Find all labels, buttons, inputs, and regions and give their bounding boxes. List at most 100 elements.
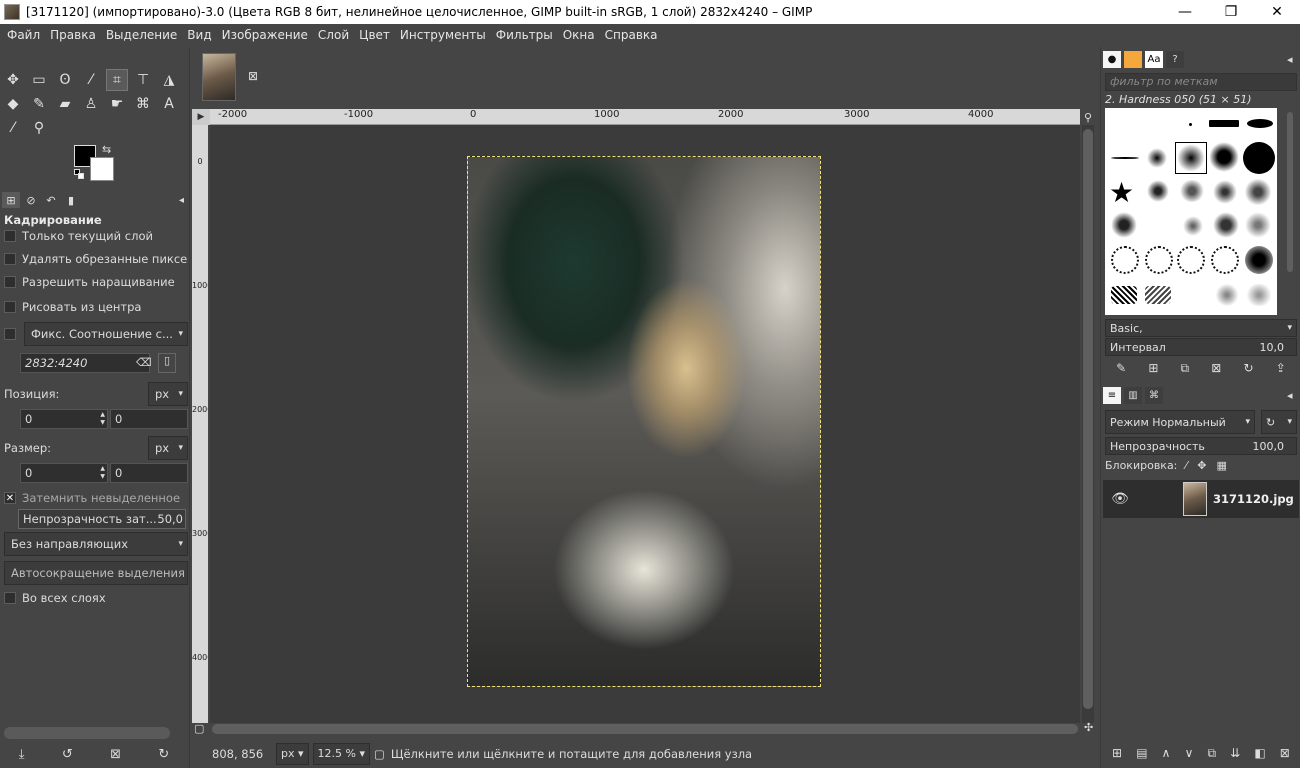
- save-options-icon[interactable]: ⤓: [19, 747, 25, 762]
- paths-tool-icon[interactable]: ⌘: [132, 93, 154, 115]
- layers-tab-icon[interactable]: ≡: [1103, 387, 1121, 404]
- open-brush-icon[interactable]: ⇪: [1276, 361, 1286, 375]
- highlight-opacity-slider[interactable]: Непрозрачность зат... 50,0: [18, 509, 186, 529]
- menu-help[interactable]: Справка: [600, 24, 663, 47]
- duplicate-brush-icon[interactable]: ⧉: [1181, 361, 1190, 376]
- current-layer-only-checkbox[interactable]: Только текущий слой: [4, 227, 188, 245]
- navigate-icon[interactable]: ✣: [1084, 721, 1093, 734]
- menu-file[interactable]: Файл: [2, 24, 45, 47]
- menu-select[interactable]: Выделение: [101, 24, 182, 47]
- undo-history-tab-icon[interactable]: ↶: [42, 192, 60, 208]
- delete-options-icon[interactable]: ⊠: [110, 747, 121, 762]
- image-canvas[interactable]: [210, 125, 1080, 723]
- highlight-checkbox[interactable]: ✕ Затемнить невыделенное: [4, 489, 188, 507]
- lock-alpha-icon[interactable]: ▦: [1216, 459, 1226, 472]
- new-layer-group-icon[interactable]: ▤: [1136, 746, 1147, 760]
- mask-layer-icon[interactable]: ◧: [1254, 746, 1265, 760]
- close-image-tab-icon[interactable]: ⊠: [248, 69, 258, 83]
- size-y-input[interactable]: 0: [110, 463, 188, 483]
- position-y-input[interactable]: 0: [110, 409, 188, 429]
- rect-select-tool-icon[interactable]: ▭: [28, 69, 50, 91]
- merge-layer-icon[interactable]: ⇊: [1230, 746, 1240, 760]
- auto-shrink-button[interactable]: Автосокращение выделения: [4, 561, 188, 585]
- restore-options-icon[interactable]: ↺: [62, 747, 73, 762]
- vertical-scrollbar[interactable]: [1082, 125, 1094, 723]
- zoom-combo[interactable]: 12.5 % ▾: [312, 742, 371, 765]
- brush-set-combo[interactable]: Basic, ▾: [1105, 319, 1297, 337]
- position-unit-combo[interactable]: px ▾: [148, 382, 188, 406]
- tool-options-tab-icon[interactable]: ⊞: [2, 192, 20, 208]
- zoom-tool-icon[interactable]: ⚲: [28, 117, 50, 139]
- eraser-tool-icon[interactable]: ▰: [54, 93, 76, 115]
- menu-layer[interactable]: Слой: [313, 24, 354, 47]
- lower-layer-icon[interactable]: ∨: [1185, 746, 1194, 760]
- dock-menu-icon[interactable]: ◂: [179, 195, 184, 206]
- device-status-tab-icon[interactable]: ⊘: [22, 192, 40, 208]
- dock-menu-icon[interactable]: ◂: [1287, 53, 1293, 66]
- tool-options-scrollbar[interactable]: [4, 727, 170, 739]
- delete-layer-icon[interactable]: ⊠: [1280, 746, 1290, 760]
- shrink-merged-checkbox[interactable]: Во всех слоях: [4, 589, 188, 607]
- new-brush-icon[interactable]: ⊞: [1148, 361, 1158, 375]
- delete-brush-icon[interactable]: ⊠: [1211, 361, 1221, 375]
- layer-opacity-slider[interactable]: Непрозрачность 100,0: [1105, 437, 1297, 455]
- image-photo[interactable]: [467, 156, 821, 687]
- maximize-button[interactable]: ❐: [1208, 0, 1254, 24]
- patterns-tab-icon[interactable]: [1124, 51, 1142, 68]
- menu-edit[interactable]: Правка: [45, 24, 101, 47]
- paths-tab-icon[interactable]: ⌘: [1145, 387, 1163, 404]
- allow-growing-checkbox[interactable]: Разрешить наращивание: [4, 273, 188, 291]
- brush-grid[interactable]: ★: [1105, 108, 1277, 315]
- brushes-tab-icon[interactable]: ●: [1103, 51, 1121, 68]
- fuzzy-select-tool-icon[interactable]: ⁄: [80, 69, 102, 91]
- size-x-input[interactable]: 0 ▲ ▼: [20, 463, 108, 483]
- color-picker-tool-icon[interactable]: ⁄: [2, 117, 24, 139]
- paintbrush-tool-icon[interactable]: ✎: [28, 93, 50, 115]
- fixed-ratio-checkbox[interactable]: [4, 325, 24, 343]
- smudge-tool-icon[interactable]: ☛: [106, 93, 128, 115]
- menu-view[interactable]: Вид: [182, 24, 216, 47]
- ruler-corner-menu-icon[interactable]: ▶: [192, 109, 210, 125]
- lasso-tool-icon[interactable]: ʘ: [54, 69, 76, 91]
- transform-tool-icon[interactable]: ⊤: [132, 69, 154, 91]
- zoom-image-icon[interactable]: ⚲: [1084, 111, 1092, 124]
- raise-layer-icon[interactable]: ∧: [1162, 746, 1171, 760]
- mode-switch-combo[interactable]: ↻ ▾: [1261, 410, 1297, 434]
- delete-cropped-checkbox[interactable]: Удалять обрезанные пиксе: [4, 250, 188, 268]
- fixed-ratio-combo[interactable]: Фикс. Соотношение с... ▾: [24, 322, 188, 346]
- help-tab-icon[interactable]: ?: [1166, 51, 1184, 68]
- brush-spacing-slider[interactable]: Интервал 10,0: [1105, 338, 1297, 356]
- crop-tool-icon[interactable]: ⌗: [106, 69, 128, 91]
- lock-position-icon[interactable]: ✥: [1197, 459, 1206, 472]
- ratio-orientation-icon[interactable]: ▯: [158, 353, 176, 373]
- vertical-ruler[interactable]: 0 1000 2000 3000 4000: [192, 125, 208, 723]
- minimize-button[interactable]: —: [1162, 0, 1208, 24]
- refresh-brushes-icon[interactable]: ↻: [1244, 361, 1254, 375]
- layer-visibility-icon[interactable]: 👁: [1107, 491, 1133, 507]
- close-button[interactable]: ✕: [1254, 0, 1300, 24]
- ratio-input[interactable]: 2832:4240: [20, 353, 150, 373]
- unit-combo[interactable]: px ▾: [276, 742, 309, 765]
- channels-tab-icon[interactable]: ▥: [1124, 387, 1142, 404]
- clone-tool-icon[interactable]: ♙: [80, 93, 102, 115]
- dock-menu-icon[interactable]: ◂: [1287, 389, 1293, 402]
- horizontal-scrollbar[interactable]: [210, 723, 1080, 735]
- reset-options-icon[interactable]: ↻: [158, 747, 169, 762]
- brush-tag-filter[interactable]: фильтр по меткам: [1105, 73, 1297, 91]
- swap-colors-icon[interactable]: ⇆: [102, 143, 111, 156]
- duplicate-layer-icon[interactable]: ⧉: [1207, 746, 1216, 761]
- guides-combo[interactable]: Без направляющих ▾: [4, 532, 188, 556]
- menu-colors[interactable]: Цвет: [354, 24, 395, 47]
- cancel-icon[interactable]: ▢: [374, 747, 385, 761]
- menu-filters[interactable]: Фильтры: [491, 24, 558, 47]
- menu-image[interactable]: Изображение: [217, 24, 313, 47]
- images-tab-icon[interactable]: ▮: [62, 192, 80, 208]
- fonts-tab-icon[interactable]: Aa: [1145, 51, 1163, 68]
- reset-colors-icon[interactable]: [74, 169, 84, 179]
- menu-windows[interactable]: Окна: [558, 24, 600, 47]
- background-color-swatch[interactable]: [90, 157, 114, 181]
- quick-mask-icon[interactable]: ▢: [194, 722, 204, 735]
- brush-scrollbar[interactable]: [1285, 108, 1295, 315]
- edit-brush-icon[interactable]: ✎: [1116, 361, 1126, 375]
- warp-tool-icon[interactable]: ◮: [158, 69, 180, 91]
